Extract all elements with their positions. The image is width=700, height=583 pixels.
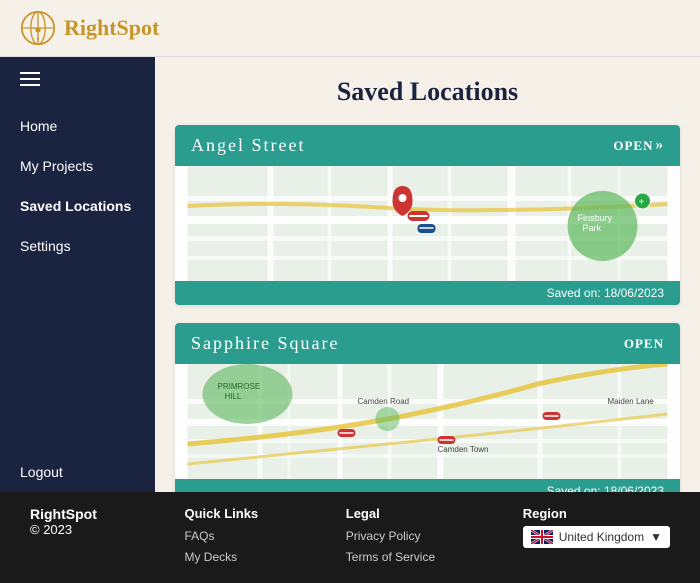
open-button-angel-street[interactable]: OPEN » — [613, 137, 664, 154]
footer-brand-name: RightSpot — [30, 506, 97, 522]
region-label: United Kingdom — [559, 530, 644, 544]
card-header-angel-street: Angel Street OPEN » — [175, 125, 680, 166]
footer-quick-links-title: Quick Links — [184, 506, 258, 521]
svg-text:Park: Park — [583, 223, 602, 233]
sidebar-nav: Home My Projects Saved Locations Setting… — [0, 106, 155, 266]
content-inner[interactable]: Saved Locations Angel Street OPEN » — [155, 57, 700, 492]
location-card-angel-street: Angel Street OPEN » — [175, 125, 680, 305]
footer-link-faqs[interactable]: FAQs — [184, 526, 258, 548]
sidebar-item-home[interactable]: Home — [0, 106, 155, 146]
card-title-angel-street: Angel Street — [191, 135, 305, 156]
menu-button[interactable] — [0, 57, 155, 101]
footer-link-my-decks[interactable]: My Decks — [184, 547, 258, 569]
card-footer-sapphire-square: Saved on: 18/06/2023 — [175, 479, 680, 492]
svg-text:Finsbury: Finsbury — [578, 213, 613, 223]
svg-text:Maiden Lane: Maiden Lane — [608, 397, 655, 406]
header: RightSpot — [0, 0, 700, 57]
footer: RightSpot © 2023 Quick Links FAQs My Dec… — [0, 492, 700, 583]
footer-brand: RightSpot © 2023 — [30, 506, 97, 537]
svg-text:PRIMROSE: PRIMROSE — [218, 382, 261, 391]
region-selector[interactable]: United Kingdom ▼ — [523, 526, 670, 548]
map-angel-street: Finsbury Park + — [175, 166, 680, 281]
page-title: Saved Locations — [175, 77, 680, 107]
map-sapphire-square: PRIMROSE HILL Camden R — [175, 364, 680, 479]
content-area: Saved Locations Angel Street OPEN » — [155, 57, 700, 492]
sidebar-item-logout[interactable]: Logout — [0, 452, 155, 492]
card-footer-angel-street: Saved on: 18/06/2023 — [175, 281, 680, 305]
svg-text:Camden Town: Camden Town — [438, 445, 489, 454]
svg-text:+: + — [639, 197, 645, 208]
footer-link-privacy[interactable]: Privacy Policy — [346, 526, 435, 548]
hamburger-icon — [20, 72, 40, 86]
footer-link-terms[interactable]: Terms of Service — [346, 547, 435, 569]
footer-copyright: © 2023 — [30, 522, 97, 537]
saved-date-angel-street: Saved on: 18/06/2023 — [547, 286, 664, 300]
sidebar-item-saved-locations[interactable]: Saved Locations — [0, 186, 155, 226]
sidebar-item-my-projects[interactable]: My Projects — [0, 146, 155, 186]
svg-text:Camden Road: Camden Road — [358, 397, 410, 406]
header-title: RightSpot — [64, 15, 159, 41]
footer-region-title: Region — [523, 506, 670, 521]
app-wrapper: RightSpot Home My Projects Saved Locatio… — [0, 0, 700, 583]
sidebar: Home My Projects Saved Locations Setting… — [0, 57, 155, 492]
footer-region: Region United Kingdom ▼ — [523, 506, 670, 548]
double-arrow-icon: » — [656, 137, 665, 154]
main-layout: Home My Projects Saved Locations Setting… — [0, 57, 700, 492]
footer-quick-links: Quick Links FAQs My Decks — [184, 506, 258, 569]
sidebar-item-settings[interactable]: Settings — [0, 226, 155, 266]
header-logo: RightSpot — [20, 10, 159, 46]
logo-icon — [20, 10, 56, 46]
open-button-sapphire-square[interactable]: OPEN — [624, 336, 664, 352]
uk-flag-icon — [531, 530, 553, 544]
region-dropdown-icon: ▼ — [650, 530, 662, 544]
location-card-sapphire-square: Sapphire Square OPEN — [175, 323, 680, 492]
card-title-sapphire-square: Sapphire Square — [191, 333, 339, 354]
saved-date-sapphire-square: Saved on: 18/06/2023 — [547, 484, 664, 492]
card-header-sapphire-square: Sapphire Square OPEN — [175, 323, 680, 364]
footer-legal: Legal Privacy Policy Terms of Service — [346, 506, 435, 569]
svg-text:HILL: HILL — [225, 392, 242, 401]
sidebar-divider — [0, 266, 155, 452]
footer-legal-title: Legal — [346, 506, 435, 521]
